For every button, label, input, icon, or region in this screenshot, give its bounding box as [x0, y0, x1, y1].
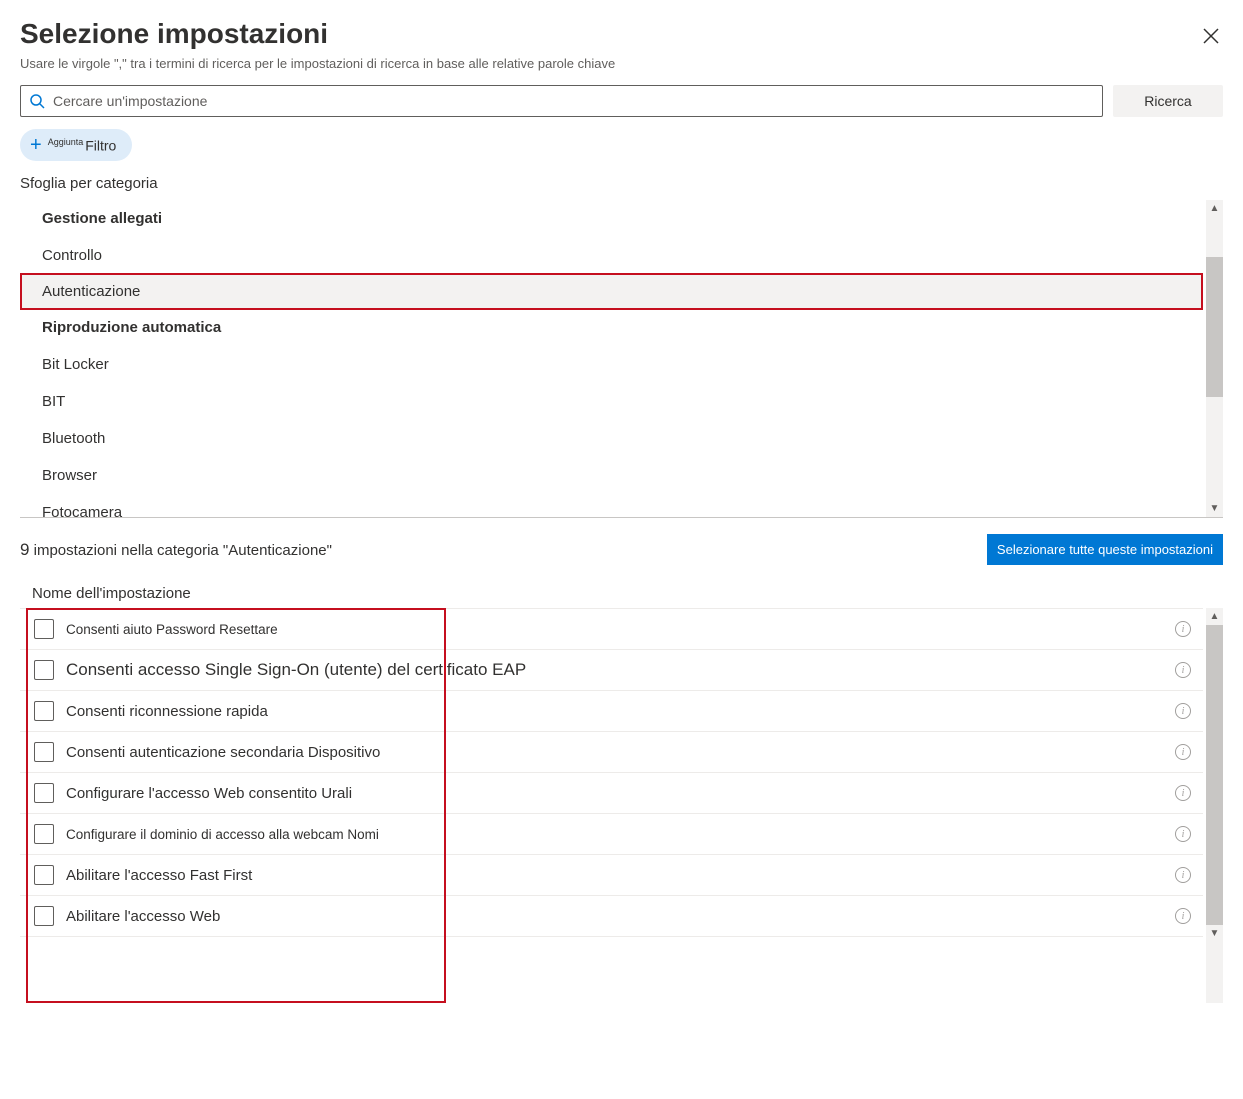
add-filter-chip[interactable]: + AggiuntaFiltro [20, 129, 132, 161]
page-title: Selezione impostazioni [20, 18, 328, 50]
setting-label: Consenti accesso Single Sign-On (utente)… [66, 660, 1163, 680]
setting-checkbox[interactable] [34, 824, 54, 844]
category-item[interactable]: Controllo [20, 237, 1203, 274]
category-item[interactable]: Fotocamera [20, 494, 1203, 517]
info-icon[interactable]: i [1175, 744, 1191, 760]
scroll-down-arrow[interactable]: ▼ [1206, 500, 1223, 517]
setting-label: Abilitare l'accesso Web [66, 908, 1163, 925]
setting-checkbox[interactable] [34, 783, 54, 803]
setting-row: Consenti aiuto Password Resettare i [20, 609, 1203, 650]
search-input[interactable] [51, 92, 1094, 110]
category-item[interactable]: Riproduzione automatica [20, 309, 1203, 346]
setting-label: Abilitare l'accesso Fast First [66, 867, 1163, 884]
setting-checkbox[interactable] [34, 619, 54, 639]
setting-row: Configurare l'accesso Web consentito Ura… [20, 773, 1203, 814]
setting-checkbox[interactable] [34, 865, 54, 885]
close-icon [1203, 28, 1219, 44]
setting-row: Abilitare l'accesso Fast First i [20, 855, 1203, 896]
column-header-name: Nome dell'impostazione [20, 585, 1223, 602]
search-box[interactable] [20, 85, 1103, 117]
settings-list: Consenti aiuto Password ResettareiConsen… [20, 608, 1203, 937]
category-item[interactable]: Autenticazione [20, 273, 1203, 310]
info-icon[interactable]: i [1175, 621, 1191, 637]
setting-checkbox[interactable] [34, 742, 54, 762]
category-item[interactable]: Bit Locker [20, 346, 1203, 383]
category-item[interactable]: Browser [20, 457, 1203, 494]
info-icon[interactable]: i [1175, 908, 1191, 924]
setting-label: Consenti autenticazione secondaria Dispo… [66, 744, 1163, 761]
close-button[interactable] [1199, 24, 1223, 48]
category-pane: Gestione allegatiControlloAutenticazione… [20, 200, 1223, 518]
category-scrollbar[interactable]: ▲ ▼ [1206, 200, 1223, 517]
browse-by-category-label: Sfoglia per categoria [20, 175, 1223, 192]
setting-row: Consenti riconnessione rapida i [20, 691, 1203, 732]
plus-icon: + [30, 135, 42, 155]
select-all-button[interactable]: Selezionare tutte queste impostazioni [987, 534, 1223, 565]
category-item[interactable]: BIT [20, 383, 1203, 420]
scroll-up-arrow[interactable]: ▲ [1206, 608, 1223, 625]
scroll-thumb[interactable] [1206, 625, 1223, 925]
settings-scrollbar[interactable]: ▲ ▼ [1206, 608, 1223, 1003]
setting-label: Configurare l'accesso Web consentito Ura… [66, 785, 1163, 802]
setting-checkbox[interactable] [34, 906, 54, 926]
category-list: Gestione allegatiControlloAutenticazione… [20, 200, 1203, 517]
setting-row: Consenti autenticazione secondaria Dispo… [20, 732, 1203, 773]
info-icon[interactable]: i [1175, 703, 1191, 719]
scroll-down-arrow[interactable]: ▼ [1206, 925, 1223, 942]
search-icon [29, 93, 45, 109]
info-icon[interactable]: i [1175, 785, 1191, 801]
setting-label: Consenti riconnessione rapida [66, 703, 1163, 720]
page-subtitle: Usare le virgole "," tra i termini di ri… [20, 56, 1223, 71]
info-icon[interactable]: i [1175, 662, 1191, 678]
setting-row: Abilitare l'accesso Web i [20, 896, 1203, 937]
info-icon[interactable]: i [1175, 867, 1191, 883]
scroll-up-arrow[interactable]: ▲ [1206, 200, 1223, 217]
setting-label: Consenti aiuto Password Resettare [66, 622, 1163, 637]
setting-row: Consenti accesso Single Sign-On (utente)… [20, 650, 1203, 691]
info-icon[interactable]: i [1175, 826, 1191, 842]
category-item[interactable]: Bluetooth [20, 420, 1203, 457]
setting-label: Configurare il dominio di accesso alla w… [66, 827, 1163, 842]
search-button[interactable]: Ricerca [1113, 85, 1223, 117]
setting-checkbox[interactable] [34, 660, 54, 680]
setting-checkbox[interactable] [34, 701, 54, 721]
scroll-thumb[interactable] [1206, 257, 1223, 397]
category-item[interactable]: Gestione allegati [20, 200, 1203, 237]
setting-row: Configurare il dominio di accesso alla w… [20, 814, 1203, 855]
results-count-text: 9 impostazioni nella categoria "Autentic… [20, 540, 332, 560]
